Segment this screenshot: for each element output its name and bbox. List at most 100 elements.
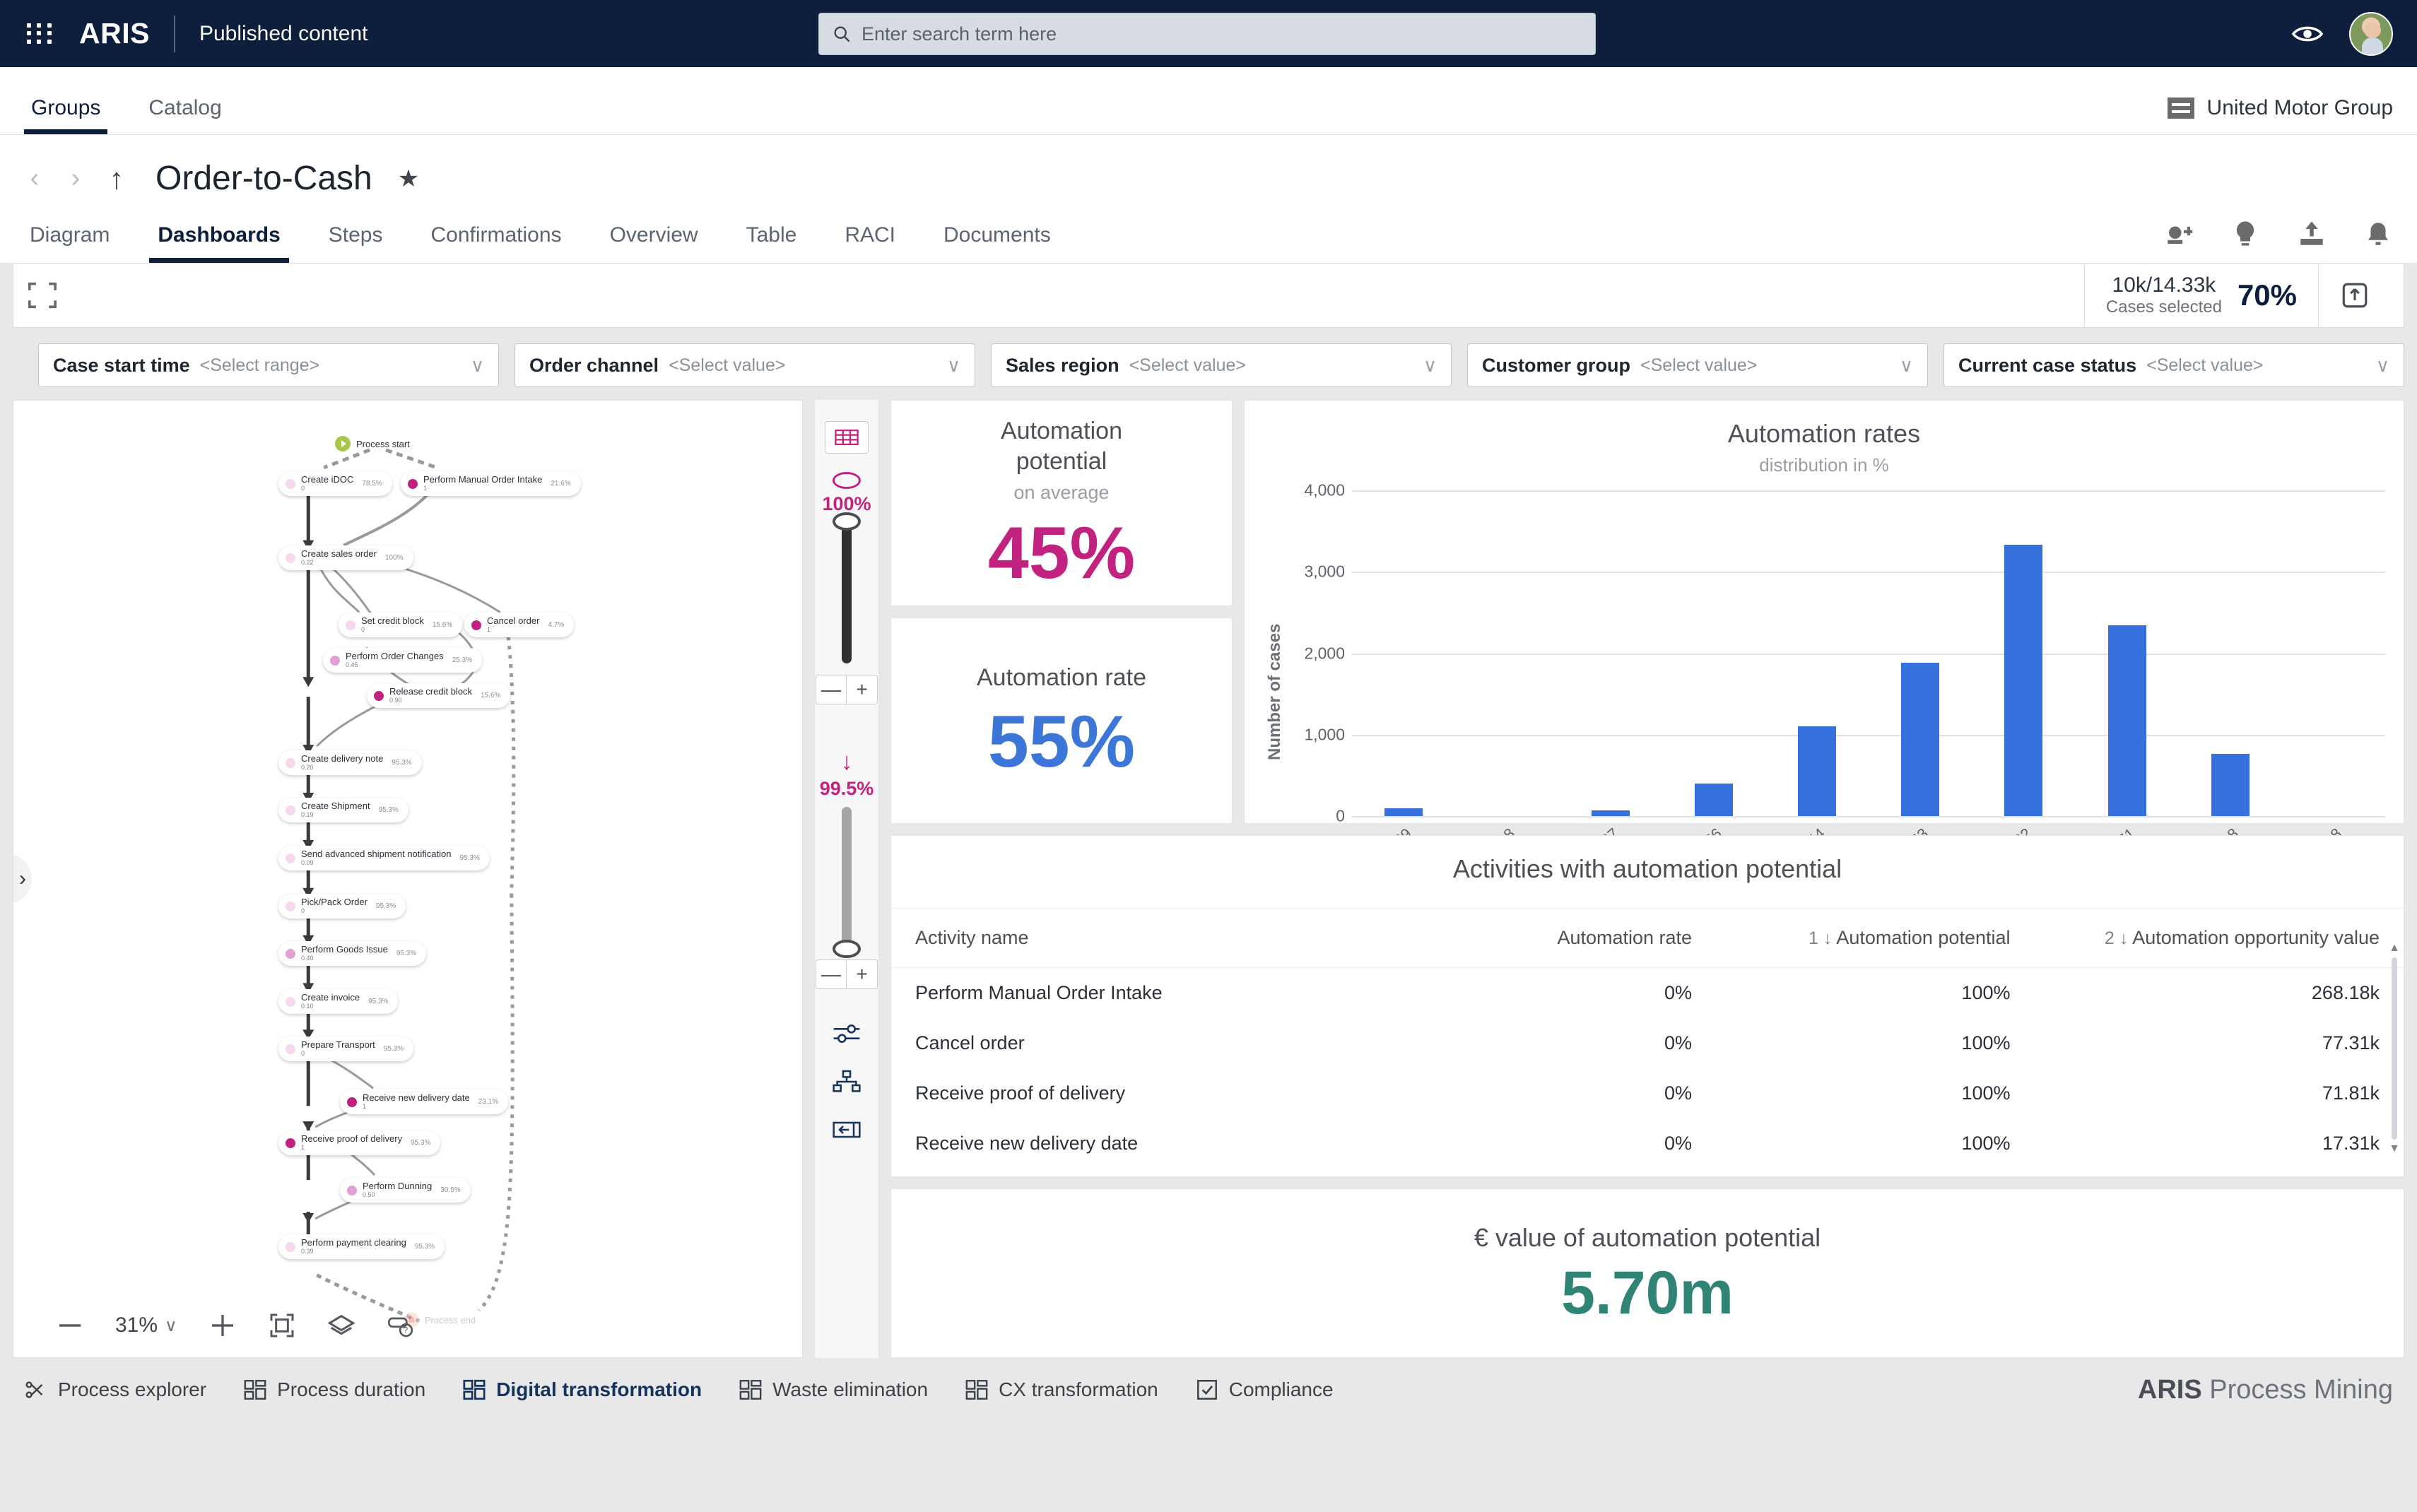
back-button[interactable]: ‹ [24, 163, 45, 194]
avatar[interactable] [2349, 11, 2393, 56]
table-row[interactable]: Receive new delivery date 0% 100% 17.31k [891, 1118, 2404, 1169]
tab-table[interactable]: Table [741, 223, 803, 263]
diagram-node[interactable]: Prepare Transport 0 95.3% [278, 1036, 414, 1062]
diagram-node[interactable]: Cancel order 1 4.7% [464, 613, 575, 638]
app-tab-groups[interactable]: Groups [24, 96, 108, 134]
bar[interactable] [1901, 663, 1940, 816]
tab-raci[interactable]: RACI [839, 223, 901, 263]
selection-frame-icon[interactable] [26, 281, 59, 309]
diagram-node[interactable]: Create Shipment 0.19 95.3% [278, 798, 408, 823]
tab-diagram[interactable]: Diagram [24, 223, 115, 263]
table-view-button[interactable] [825, 421, 869, 454]
bar[interactable] [1797, 726, 1836, 816]
connection-slider-minus[interactable]: — [816, 959, 847, 989]
diagram-node[interactable]: Send advanced shipment notification 0.09 … [278, 846, 490, 871]
footer-item-waste-elimination[interactable]: Waste elimination [739, 1378, 928, 1402]
diagram-node[interactable]: Perform payment clearing 0.39 95.3% [278, 1234, 445, 1260]
zoom-out-button[interactable] [56, 1311, 84, 1340]
diagram-node[interactable]: Release credit block 0.90 15.6% [367, 683, 511, 709]
table-row[interactable]: Cancel order 0% 100% 77.31k [891, 1018, 2404, 1068]
column-header-automation-rate[interactable]: Automation rate [1437, 927, 1692, 949]
footer-item-compliance[interactable]: Compliance [1195, 1378, 1334, 1402]
footer-item-cx-transformation[interactable]: CX transformation [965, 1378, 1158, 1402]
bar[interactable] [1694, 783, 1733, 816]
activity-slider-knob[interactable] [833, 512, 861, 531]
zoom-in-button[interactable] [208, 1311, 237, 1340]
tab-dashboards[interactable]: Dashboards [149, 223, 290, 263]
connection-slider-plus[interactable]: + [847, 959, 878, 989]
connection-slider[interactable]: ↓ 99.5% — + [816, 731, 878, 989]
favorite-star-icon[interactable]: ★ [398, 165, 419, 193]
hierarchy-icon[interactable] [833, 1070, 861, 1094]
diagram-node[interactable]: Create invoice 0.10 95.3% [278, 989, 399, 1015]
diagram-node[interactable]: Perform Order Changes 0.45 25.3% [323, 648, 483, 673]
tab-steps[interactable]: Steps [323, 223, 389, 263]
process-start-node[interactable]: Process start [335, 436, 410, 451]
diagram-node[interactable]: Receive new delivery date 1 23.1% [340, 1089, 509, 1115]
column-header-automation-potential[interactable]: 1 ↓ Automation potential [1692, 927, 2011, 949]
scroll-thumb[interactable] [2392, 957, 2397, 1140]
footer-item-process-duration[interactable]: Process duration [243, 1378, 425, 1402]
search-box[interactable] [818, 13, 1596, 55]
filter-case-start-time[interactable]: Case start time <Select range> ∨ [38, 343, 499, 387]
filter-current-case-status[interactable]: Current case status <Select value> ∨ [1943, 343, 2404, 387]
export-button[interactable] [2318, 264, 2391, 327]
table-row[interactable]: Perform Manual Order Intake 0% 100% 268.… [891, 968, 2404, 1018]
connection-slider-track[interactable] [833, 807, 861, 958]
chart-subtitle: distribution in % [1759, 454, 1889, 476]
zoom-level-dropdown[interactable]: 31% ∨ [115, 1313, 177, 1337]
bar[interactable] [2004, 545, 2043, 816]
forward-button[interactable]: › [65, 163, 86, 194]
up-level-button[interactable]: ↑ [106, 162, 127, 196]
bar[interactable] [1591, 810, 1630, 816]
scroll-up-arrow-icon[interactable]: ▲ [2389, 942, 2400, 955]
column-header-activity-name[interactable]: Activity name [915, 927, 1437, 949]
filter-sales-region[interactable]: Sales region <Select value> ∨ [991, 343, 1452, 387]
lightbulb-icon[interactable] [2230, 219, 2260, 249]
diagram-node[interactable]: Perform Dunning 0.50 30.5% [340, 1178, 471, 1203]
diagram-node[interactable]: Create iDOC 0 78.5% [278, 471, 392, 497]
collapse-panel-icon[interactable] [833, 1118, 861, 1142]
fit-to-screen-button[interactable] [268, 1311, 296, 1340]
process-diagram-panel[interactable]: › Process start Create iDOC 0 78.5% Perf… [13, 400, 803, 1358]
legend-button[interactable]: ? [387, 1311, 415, 1340]
tab-overview[interactable]: Overview [604, 223, 704, 263]
table-scrollbar[interactable]: ▲ ▼ [2389, 942, 2400, 1155]
bar[interactable] [1384, 808, 1423, 816]
app-tab-catalog[interactable]: Catalog [141, 96, 228, 134]
bar[interactable] [2211, 754, 2250, 816]
footer-item-process-explorer[interactable]: Process explorer [24, 1378, 206, 1402]
upload-icon[interactable] [2297, 219, 2327, 249]
connection-slider-knob[interactable] [833, 940, 861, 958]
selection-stats: 10k/14.33k Cases selected 70% [2083, 264, 2391, 327]
search-input[interactable] [861, 23, 1582, 45]
bell-icon[interactable] [2363, 219, 2393, 249]
activity-slider[interactable]: 100% — + [816, 454, 878, 704]
filter-customer-group[interactable]: Customer group <Select value> ∨ [1467, 343, 1928, 387]
eye-icon[interactable] [2291, 23, 2324, 45]
organization-selector[interactable]: United Motor Group [2167, 96, 2393, 134]
diagram-node[interactable]: Pick/Pack Order 0 95.3% [278, 894, 406, 919]
activity-slider-minus[interactable]: — [816, 675, 847, 704]
diagram-node[interactable]: Receive proof of delivery 1 95.3% [278, 1130, 441, 1156]
tab-documents[interactable]: Documents [938, 223, 1057, 263]
scroll-down-arrow-icon[interactable]: ▼ [2389, 1142, 2400, 1155]
footer-item-digital-transformation[interactable]: Digital transformation [462, 1378, 702, 1402]
settings-sliders-icon[interactable] [833, 1022, 861, 1046]
table-row[interactable]: Receive proof of delivery 0% 100% 71.81k [891, 1068, 2404, 1118]
filter-order-channel[interactable]: Order channel <Select value> ∨ [514, 343, 975, 387]
diagram-node[interactable]: Perform Manual Order Intake 1 21.6% [401, 471, 581, 497]
bar[interactable] [2107, 625, 2146, 816]
diagram-node[interactable]: Create delivery note 0.20 95.3% [278, 750, 422, 776]
automation-dot-icon [286, 805, 295, 815]
tab-confirmations[interactable]: Confirmations [425, 223, 567, 263]
diagram-node[interactable]: Perform Goods Issue 0.40 95.3% [278, 941, 427, 967]
diagram-node[interactable]: Create sales order 0.22 100% [278, 545, 413, 571]
activity-slider-track[interactable] [833, 512, 861, 663]
layers-button[interactable] [327, 1311, 355, 1340]
apps-grid-icon[interactable] [24, 18, 57, 50]
activity-slider-plus[interactable]: + [847, 675, 878, 704]
alarm-add-icon[interactable] [2164, 219, 2194, 249]
diagram-node[interactable]: Set credit block 0 15.6% [339, 613, 463, 638]
column-header-opportunity-value[interactable]: 2 ↓ Automation opportunity value [2011, 927, 2380, 949]
